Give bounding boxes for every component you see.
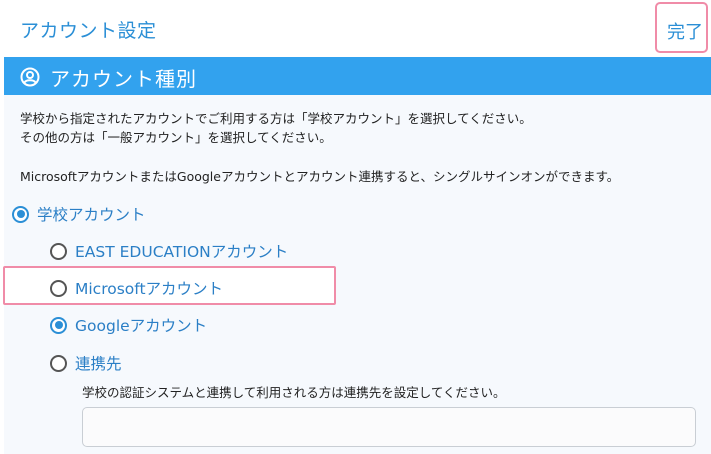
radio-label: Googleアカウント [75,317,208,335]
radio-selected-icon[interactable] [12,205,29,223]
description-line-1: 学校から指定されたアカウントでご利用する方は「学校アカウント」を選択してください… [20,111,532,126]
radio-unselected-icon[interactable] [50,279,67,297]
radio-microsoft[interactable]: Microsoftアカウント [50,277,223,299]
top-bar: アカウント設定 完了 [0,0,711,56]
radio-label: Microsoftアカウント [75,280,224,298]
section-header: アカウント種別 [4,57,711,95]
radio-selected-icon[interactable] [50,316,67,334]
radio-google[interactable]: Googleアカウント [50,314,207,336]
radio-label: 学校アカウント [37,206,146,224]
user-circle-icon [20,67,40,87]
radio-renkeisaki[interactable]: 連携先 [50,352,122,374]
renkeisaki-description: 学校の認証システムと連携して利用される方は連携先を設定してください。 [82,385,506,400]
radio-school-account[interactable]: 学校アカウント [12,203,146,225]
done-button[interactable]: 完了 [667,18,703,44]
radio-label: EAST EDUCATIONアカウント [75,243,289,261]
radio-east-education[interactable]: EAST EDUCATIONアカウント [50,240,288,262]
renkeisaki-input[interactable] [82,407,696,447]
radio-unselected-icon[interactable] [50,242,67,260]
description-line-3: MicrosoftアカウントまたはGoogleアカウントとアカウント連携すると、… [20,169,620,184]
done-button-highlight: 完了 [655,2,708,53]
radio-unselected-icon[interactable] [50,354,67,372]
description-line-2: その他の方は「一般アカウント」を選択してください。 [20,130,332,145]
radio-label: 連携先 [75,355,122,373]
section-title: アカウント種別 [50,67,197,91]
page-title: アカウント設定 [20,20,157,42]
